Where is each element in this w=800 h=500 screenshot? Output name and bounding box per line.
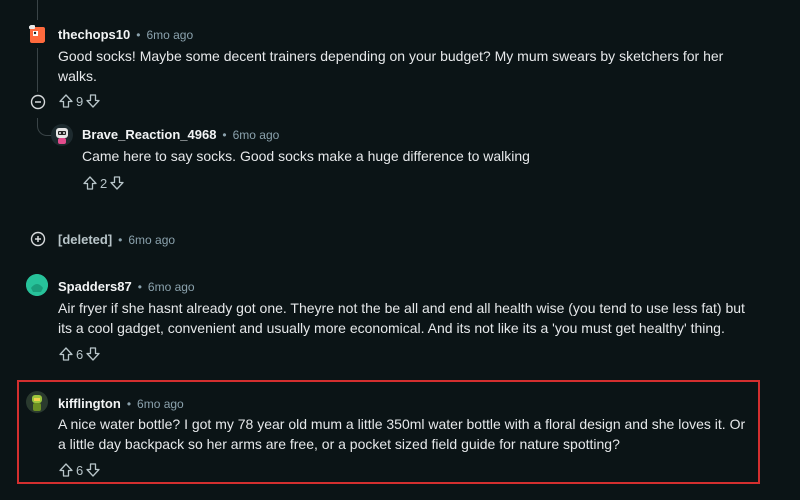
expand-icon[interactable] bbox=[30, 231, 46, 247]
thread-line bbox=[37, 0, 38, 20]
author-name[interactable]: Brave_Reaction_4968 bbox=[82, 127, 216, 142]
separator: • bbox=[222, 127, 227, 142]
avatar[interactable] bbox=[51, 124, 73, 146]
upvote-icon[interactable] bbox=[58, 346, 74, 362]
avatar[interactable] bbox=[26, 391, 48, 413]
upvote-icon[interactable] bbox=[58, 93, 74, 109]
separator: • bbox=[126, 396, 132, 411]
upvote-icon[interactable] bbox=[58, 462, 74, 478]
thread-line bbox=[37, 48, 38, 92]
comment-body: Good socks! Maybe some decent trainers d… bbox=[58, 48, 724, 84]
downvote-icon[interactable] bbox=[85, 93, 101, 109]
vote-bar: 9 bbox=[58, 93, 101, 109]
author-name[interactable]: Spadders87 bbox=[58, 279, 132, 294]
separator: • bbox=[137, 279, 142, 294]
comment-body: Air fryer if she hasnt already got one. … bbox=[58, 300, 745, 336]
vote-bar: 2 bbox=[82, 175, 125, 191]
timestamp[interactable]: 6mo ago bbox=[233, 128, 280, 142]
separator: • bbox=[136, 27, 141, 42]
downvote-icon[interactable] bbox=[109, 175, 125, 191]
vote-bar: 6 bbox=[58, 346, 101, 362]
downvote-icon[interactable] bbox=[85, 462, 101, 478]
vote-bar: 6 bbox=[58, 462, 101, 478]
author-name[interactable]: thechops10 bbox=[58, 27, 130, 42]
timestamp[interactable]: 6mo ago bbox=[146, 28, 193, 42]
comment-body: Came here to say socks. Good socks make … bbox=[82, 148, 530, 164]
avatar[interactable] bbox=[26, 23, 48, 45]
separator: • bbox=[118, 232, 123, 247]
timestamp[interactable]: 6mo ago bbox=[137, 397, 184, 411]
author-name: [deleted] bbox=[58, 232, 113, 247]
vote-count: 2 bbox=[100, 175, 108, 191]
comment-body: A nice water bottle? I got my 78 year ol… bbox=[58, 416, 746, 452]
upvote-icon[interactable] bbox=[82, 175, 98, 191]
author-name[interactable]: kifflington bbox=[58, 396, 121, 411]
collapse-icon[interactable] bbox=[30, 94, 46, 110]
vote-count: 6 bbox=[76, 462, 84, 478]
downvote-icon[interactable] bbox=[85, 346, 101, 362]
thread-branch bbox=[37, 118, 52, 136]
avatar[interactable] bbox=[26, 274, 48, 296]
vote-count: 9 bbox=[76, 93, 84, 109]
timestamp[interactable]: 6mo ago bbox=[128, 233, 175, 247]
timestamp[interactable]: 6mo ago bbox=[148, 280, 195, 294]
vote-count: 6 bbox=[76, 346, 84, 362]
